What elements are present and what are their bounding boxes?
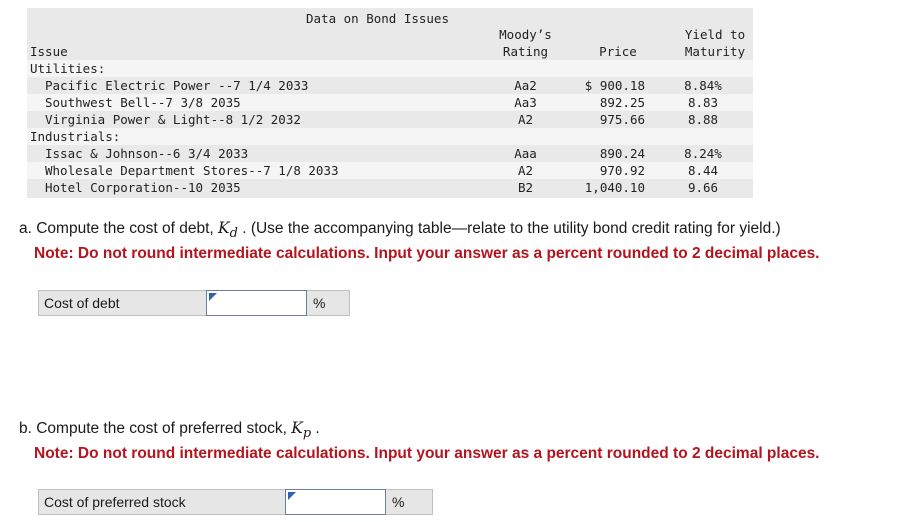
symbol-k: K: [218, 219, 230, 237]
cost-of-debt-answer-row: Cost of debt %: [38, 290, 350, 316]
rating-cell: Aa3: [514, 95, 537, 110]
question-b-prefix: b. Compute the cost of preferred stock,: [19, 420, 292, 437]
issue-cell: Hotel Corporation--10 2035: [45, 180, 241, 195]
issue-cell: Issac & Johnson--6 3/4 2033: [45, 146, 249, 161]
yield-cell: 8.44: [687, 163, 719, 178]
cost-of-debt-label: Cost of debt: [38, 290, 206, 316]
cost-of-debt-input-wrapper[interactable]: [206, 290, 307, 316]
subscript-p: p: [302, 426, 312, 442]
group-label: Utilities:: [30, 61, 106, 76]
table-row: Issac & Johnson--6 3/4 2033 Aaa 890.24 8…: [27, 145, 753, 162]
yield-cell: 8.24%: [684, 146, 722, 161]
cost-of-preferred-percent-unit: %: [386, 489, 433, 515]
yield-cell: 8.88: [687, 112, 719, 127]
cost-of-debt-percent-unit: %: [307, 290, 350, 316]
rating-cell: A2: [517, 163, 534, 178]
yield-cell: 8.83: [687, 95, 719, 110]
header-rating-line1: Moody’s: [499, 27, 552, 42]
question-a-note: Note: Do not round intermediate calculat…: [34, 245, 820, 263]
cost-of-preferred-input-wrapper[interactable]: [285, 489, 386, 515]
table-caption: Data on Bond Issues: [306, 11, 449, 26]
price-cell: 975.66: [599, 112, 645, 127]
question-b-suffix: .: [311, 420, 320, 437]
cost-of-preferred-symbol: Kp: [291, 419, 311, 441]
issue-cell: Southwest Bell--7 3/8 2035: [45, 95, 241, 110]
question-b-note: Note: Do not round intermediate calculat…: [34, 445, 820, 463]
input-flag-icon: [288, 492, 296, 500]
issue-cell: Wholesale Department Stores--7 1/8 2033: [45, 163, 339, 178]
table-row: Virginia Power & Light--8 1/2 2032 A2 97…: [27, 111, 753, 128]
table-row: Hotel Corporation--10 2035 B2 1,040.10 9…: [27, 179, 753, 196]
price-cell: 970.92: [599, 163, 645, 178]
group-header-utilities: Utilities:: [27, 60, 753, 77]
subscript-d: d: [229, 226, 238, 242]
yield-cell: 9.66: [687, 180, 719, 195]
question-a: a. Compute the cost of debt, Kd . (Use t…: [19, 218, 820, 264]
rating-cell: A2: [517, 112, 534, 127]
price-cell: $ 900.18: [584, 78, 645, 93]
input-flag-icon: [209, 293, 217, 301]
rating-cell: Aa2: [514, 78, 537, 93]
table-row: Wholesale Department Stores--7 1/8 2033 …: [27, 162, 753, 179]
cost-of-debt-input[interactable]: [213, 291, 302, 315]
yield-cell: 8.84%: [684, 78, 722, 93]
header-issue: Issue: [30, 44, 68, 59]
price-cell: 1,040.10: [584, 180, 645, 195]
question-a-suffix: . (Use the accompanying table—relate to …: [237, 220, 781, 237]
rating-cell: B2: [517, 180, 534, 195]
cost-of-preferred-label: Cost of preferred stock: [38, 489, 285, 515]
table-header-row: Issue Price: [27, 43, 753, 60]
cost-of-preferred-answer-row: Cost of preferred stock %: [38, 489, 433, 515]
table-row: Pacific Electric Power --7 1/4 2033 Aa2 …: [27, 77, 753, 94]
header-yield-line1: Yield to: [684, 27, 746, 42]
symbol-k: K: [291, 419, 303, 437]
cost-of-preferred-input[interactable]: [292, 490, 381, 514]
bond-data-table: Data on Bond Issues Moody’s Rating Yield…: [27, 8, 753, 198]
price-cell: 892.25: [599, 95, 645, 110]
question-b: b. Compute the cost of preferred stock, …: [19, 418, 820, 464]
question-a-prefix: a. Compute the cost of debt,: [19, 220, 219, 237]
table-row: Southwest Bell--7 3/8 2035 Aa3 892.25 8.…: [27, 94, 753, 111]
price-cell: 890.24: [599, 146, 645, 161]
issue-cell: Pacific Electric Power --7 1/4 2033: [45, 78, 309, 93]
header-price: Price: [599, 44, 637, 59]
group-header-industrials: Industrials:: [27, 128, 753, 145]
rating-cell: Aaa: [514, 146, 537, 161]
issue-cell: Virginia Power & Light--8 1/2 2032: [45, 112, 301, 127]
group-label: Industrials:: [30, 129, 121, 144]
cost-of-debt-symbol: Kd: [218, 219, 238, 241]
